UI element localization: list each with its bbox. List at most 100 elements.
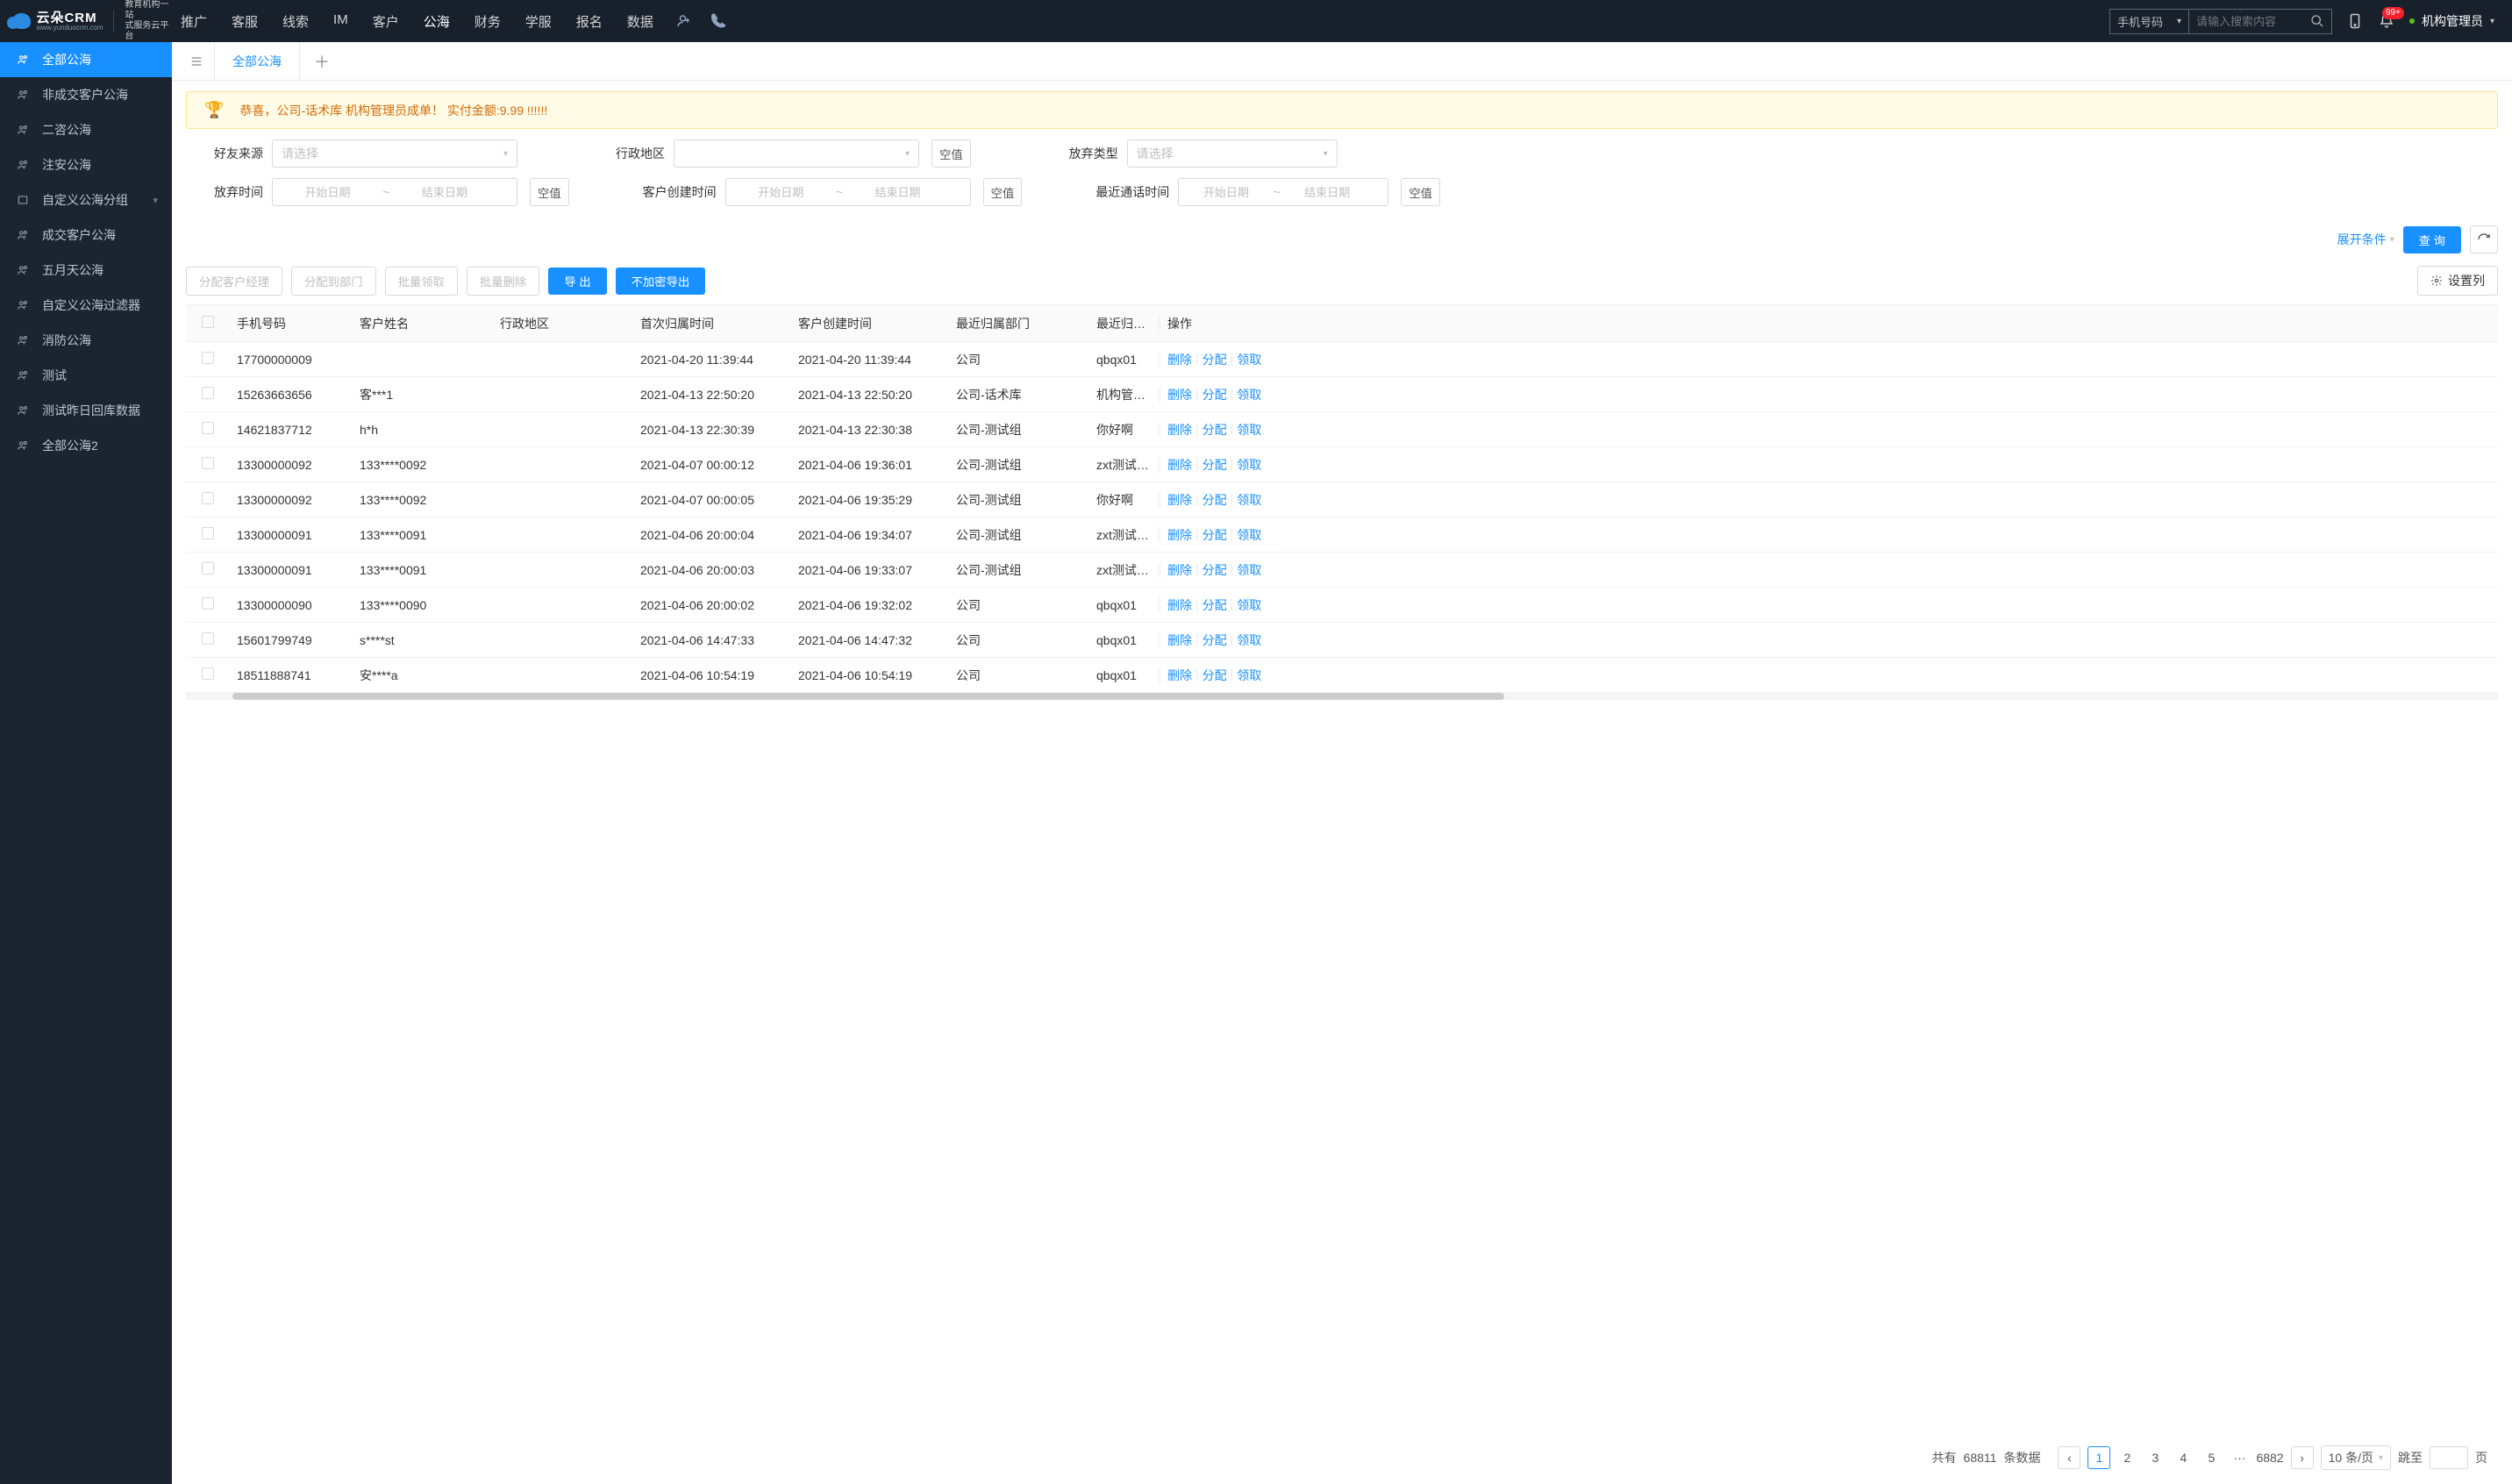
sidebar-item-成交客户公海[interactable]: 成交客户公海: [0, 218, 172, 253]
expand-filters-link[interactable]: 展开条件 ▾: [2337, 231, 2394, 248]
nav-财务[interactable]: 财务: [475, 12, 501, 31]
sidebar-item-消防公海[interactable]: 消防公海: [0, 323, 172, 358]
export-button[interactable]: 导 出: [548, 268, 606, 295]
nav-数据[interactable]: 数据: [627, 12, 653, 31]
page-1[interactable]: 1: [2087, 1446, 2110, 1469]
op-分配[interactable]: 分配: [1202, 667, 1227, 684]
search-type-select[interactable]: 手机号码 ▾: [2110, 10, 2189, 33]
page-3[interactable]: 3: [2144, 1446, 2166, 1469]
filter-select[interactable]: 请选择▾: [1127, 139, 1338, 168]
end-date-input[interactable]: [843, 186, 953, 199]
sidebar-item-自定义公海分组[interactable]: 自定义公海分组▾: [0, 182, 172, 218]
op-领取[interactable]: 领取: [1237, 421, 1261, 439]
page-5[interactable]: 5: [2200, 1446, 2223, 1469]
batch-claim-button[interactable]: 批量领取: [385, 267, 458, 296]
null-button[interactable]: 空值: [530, 178, 569, 206]
last-page[interactable]: 6882: [2256, 1446, 2283, 1469]
filter-select[interactable]: ▾: [674, 139, 919, 168]
assign-dept-button[interactable]: 分配到部门: [291, 267, 376, 296]
op-领取[interactable]: 领取: [1237, 456, 1261, 474]
sidebar-item-全部公海[interactable]: 全部公海: [0, 42, 172, 77]
phone-icon[interactable]: [711, 13, 727, 29]
filter-select[interactable]: 请选择▾: [272, 139, 517, 168]
null-button[interactable]: 空值: [1401, 178, 1440, 206]
jump-input[interactable]: [2430, 1446, 2468, 1469]
bell-icon[interactable]: 99+: [2378, 12, 2395, 30]
op-领取[interactable]: 领取: [1237, 667, 1261, 684]
row-checkbox[interactable]: [186, 457, 230, 472]
sidebar-item-测试昨日回库数据[interactable]: 测试昨日回库数据: [0, 393, 172, 428]
assign-manager-button[interactable]: 分配客户经理: [186, 267, 282, 296]
op-删除[interactable]: 删除: [1167, 456, 1192, 474]
refresh-button[interactable]: [2470, 225, 2498, 253]
page-size-select[interactable]: 10 条/页 ▾: [2321, 1445, 2391, 1470]
nav-推广[interactable]: 推广: [181, 12, 207, 31]
op-删除[interactable]: 删除: [1167, 421, 1192, 439]
op-领取[interactable]: 领取: [1237, 526, 1261, 544]
next-page[interactable]: ›: [2291, 1446, 2314, 1469]
op-分配[interactable]: 分配: [1202, 351, 1227, 368]
sidebar-item-测试[interactable]: 测试: [0, 358, 172, 393]
op-领取[interactable]: 领取: [1237, 491, 1261, 509]
row-checkbox[interactable]: [186, 667, 230, 682]
end-date-input[interactable]: [389, 186, 499, 199]
op-删除[interactable]: 删除: [1167, 631, 1192, 649]
null-button[interactable]: 空值: [931, 139, 971, 168]
op-删除[interactable]: 删除: [1167, 526, 1192, 544]
row-checkbox[interactable]: [186, 632, 230, 647]
start-date-input[interactable]: [1179, 186, 1273, 199]
tab-all-public[interactable]: 全部公海: [214, 42, 300, 81]
op-分配[interactable]: 分配: [1202, 631, 1227, 649]
row-checkbox[interactable]: [186, 527, 230, 542]
row-checkbox[interactable]: [186, 387, 230, 402]
select-all[interactable]: [186, 316, 230, 331]
sidebar-item-注安公海[interactable]: 注安公海: [0, 147, 172, 182]
op-领取[interactable]: 领取: [1237, 561, 1261, 579]
prev-page[interactable]: ‹: [2058, 1446, 2080, 1469]
op-删除[interactable]: 删除: [1167, 351, 1192, 368]
op-分配[interactable]: 分配: [1202, 421, 1227, 439]
op-领取[interactable]: 领取: [1237, 631, 1261, 649]
sidebar-item-非成交客户公海[interactable]: 非成交客户公海: [0, 77, 172, 112]
sidebar-item-五月天公海[interactable]: 五月天公海: [0, 253, 172, 288]
query-button[interactable]: 查 询: [2403, 226, 2461, 253]
op-领取[interactable]: 领取: [1237, 386, 1261, 403]
add-tab-button[interactable]: ＋: [300, 50, 344, 73]
sidebar-item-自定义公海过滤器[interactable]: 自定义公海过滤器: [0, 288, 172, 323]
op-领取[interactable]: 领取: [1237, 351, 1261, 368]
end-date-input[interactable]: [1281, 186, 1374, 199]
op-分配[interactable]: 分配: [1202, 386, 1227, 403]
start-date-input[interactable]: [726, 186, 836, 199]
start-date-input[interactable]: [273, 186, 382, 199]
collapse-sidebar-icon[interactable]: [179, 54, 214, 68]
op-分配[interactable]: 分配: [1202, 561, 1227, 579]
batch-delete-button[interactable]: 批量删除: [467, 267, 539, 296]
search-input[interactable]: [2189, 11, 2303, 32]
row-checkbox[interactable]: [186, 492, 230, 507]
null-button[interactable]: 空值: [983, 178, 1023, 206]
op-分配[interactable]: 分配: [1202, 526, 1227, 544]
row-checkbox[interactable]: [186, 352, 230, 367]
op-删除[interactable]: 删除: [1167, 596, 1192, 614]
sidebar-item-全部公海2[interactable]: 全部公海2: [0, 428, 172, 463]
h-scrollbar[interactable]: [186, 693, 2498, 700]
column-settings-button[interactable]: 设置列: [2417, 266, 2498, 296]
sidebar-item-二咨公海[interactable]: 二咨公海: [0, 112, 172, 147]
op-删除[interactable]: 删除: [1167, 561, 1192, 579]
user-menu[interactable]: 机构管理员 ▾: [2409, 12, 2494, 30]
nav-IM[interactable]: IM: [333, 12, 348, 31]
row-checkbox[interactable]: [186, 597, 230, 612]
search-icon[interactable]: [2303, 11, 2331, 32]
page-2[interactable]: 2: [2116, 1446, 2138, 1469]
nav-客户[interactable]: 客户: [373, 12, 399, 31]
mobile-icon[interactable]: [2346, 12, 2364, 30]
op-领取[interactable]: 领取: [1237, 596, 1261, 614]
row-checkbox[interactable]: [186, 422, 230, 437]
op-删除[interactable]: 删除: [1167, 386, 1192, 403]
row-checkbox[interactable]: [186, 562, 230, 577]
op-分配[interactable]: 分配: [1202, 596, 1227, 614]
page-4[interactable]: 4: [2172, 1446, 2194, 1469]
add-user-icon[interactable]: [676, 13, 692, 29]
export-unencrypted-button[interactable]: 不加密导出: [616, 268, 706, 295]
nav-公海[interactable]: 公海: [424, 12, 450, 31]
